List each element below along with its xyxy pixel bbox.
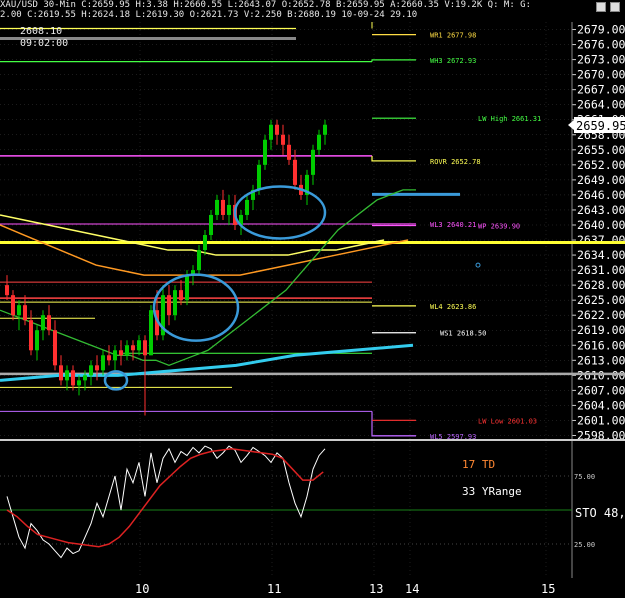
price-tick-label: 2649.00 xyxy=(577,173,625,187)
candle-body xyxy=(149,310,153,356)
candle-body xyxy=(41,315,45,331)
candle-body xyxy=(293,159,297,185)
price-tick-label: 2667.00 xyxy=(577,83,625,97)
pivot-label: WS1 2618.50 xyxy=(440,330,486,338)
price-tick-label: 2631.00 xyxy=(577,263,625,277)
candle-body xyxy=(323,124,327,135)
candle-body xyxy=(95,365,99,371)
price-tick-label: 2607.00 xyxy=(577,383,625,397)
candle-body xyxy=(311,149,315,175)
price-tick-label: 2628.00 xyxy=(577,278,625,292)
price-tick-label: 2625.00 xyxy=(577,293,625,307)
candle-body xyxy=(113,350,117,361)
price-tick-label: 2601.00 xyxy=(577,413,625,427)
candle-body xyxy=(17,305,21,316)
candle-body xyxy=(5,285,9,296)
header-quote-line: XAU/USD 30-Min C:2659.95 H:3.38 H:2660.5… xyxy=(0,0,532,10)
candle-body xyxy=(89,365,93,376)
price-tick-label: 2643.00 xyxy=(577,203,625,217)
pivot-label: LW Low 2601.03 xyxy=(478,417,537,425)
pivot-label: WL3 2640.21 xyxy=(430,221,476,229)
candle-body xyxy=(107,355,111,361)
candle-body xyxy=(101,355,105,371)
overlay-level-a: 2608.10 xyxy=(20,26,62,37)
candle-body xyxy=(263,139,267,165)
price-tick-label: 2634.00 xyxy=(577,248,625,262)
pivot-label: WH3 2672.93 xyxy=(430,57,476,65)
price-tick-label: 2622.00 xyxy=(577,308,625,322)
price-tick-label: 2604.00 xyxy=(577,398,625,412)
stoch-td-label: 17 TD xyxy=(462,458,495,471)
date-tick-label: 13 xyxy=(369,582,383,596)
candle-body xyxy=(245,199,249,215)
candle-body xyxy=(131,345,135,351)
price-tick-label: 2613.00 xyxy=(577,353,625,367)
candle-body xyxy=(77,380,81,386)
price-tick-label: 2610.00 xyxy=(577,368,625,382)
candle-body xyxy=(143,340,147,356)
candle-body xyxy=(197,250,201,271)
candle-body xyxy=(11,295,15,316)
candle-body xyxy=(29,320,33,351)
date-tick-label: 15 xyxy=(541,582,555,596)
candle-body xyxy=(281,134,285,145)
price-tick-label: 2646.00 xyxy=(577,188,625,202)
pivot-label: WP 2639.90 xyxy=(478,222,520,230)
candle-body xyxy=(137,340,141,351)
candle-body xyxy=(47,315,51,331)
candle-body xyxy=(287,144,291,160)
candle-body xyxy=(53,330,57,366)
price-tick-label: 2655.00 xyxy=(577,143,625,157)
stoch-yrange-label: 33 YRange xyxy=(462,485,522,498)
price-tick-label: 2664.00 xyxy=(577,98,625,112)
pivot-label: ROVR 2652.78 xyxy=(430,158,481,166)
close-icon[interactable] xyxy=(610,2,620,12)
date-tick-label: 11 xyxy=(267,582,281,596)
candle-body xyxy=(275,124,279,135)
price-tick-label: 2640.00 xyxy=(577,218,625,232)
candle-body xyxy=(59,365,63,381)
price-tick-label: 2652.00 xyxy=(577,158,625,172)
header-ohlc-line: 2.00 C:2619.55 H:2624.18 L:2619.30 O:262… xyxy=(0,10,418,19)
date-tick-label: 10 xyxy=(135,582,149,596)
osc-tick-label: 75.00 xyxy=(574,473,595,481)
price-tick-label: 2676.00 xyxy=(577,38,625,52)
pivot-label: WL4 2623.86 xyxy=(430,303,476,311)
candle-body xyxy=(227,204,231,215)
price-tick-label: 2670.00 xyxy=(577,68,625,82)
candle-body xyxy=(221,199,225,215)
overlay-level-b: 09:02:00 xyxy=(20,38,68,49)
last-price-label: 2659.95 xyxy=(576,119,625,133)
candle-body xyxy=(269,124,273,140)
candle-body xyxy=(167,295,171,316)
candle-body xyxy=(23,305,27,321)
price-tick-label: 2619.00 xyxy=(577,323,625,337)
candle-body xyxy=(83,375,87,381)
pivot-label: WR1 2677.98 xyxy=(430,32,476,40)
candle-body xyxy=(65,370,69,381)
candle-body xyxy=(215,199,219,215)
candle-body xyxy=(35,330,39,351)
candle-body xyxy=(203,235,207,251)
stoch-value-label: STO 48, xyxy=(575,506,625,520)
date-tick-label: 14 xyxy=(405,582,419,596)
candle-body xyxy=(173,290,177,316)
candle-body xyxy=(185,275,189,301)
candle-body xyxy=(179,290,183,301)
candle-body xyxy=(125,345,129,356)
chart-header: XAU/USD 30-Min C:2659.95 H:3.38 H:2660.5… xyxy=(0,0,625,19)
candle-body xyxy=(209,214,213,236)
price-tick-label: 2616.00 xyxy=(577,338,625,352)
price-tick-label: 2637.00 xyxy=(577,233,625,247)
candle-body xyxy=(71,370,75,386)
osc-tick-label: 25.00 xyxy=(574,541,595,549)
candle-body xyxy=(119,350,123,356)
minimize-icon[interactable] xyxy=(596,2,606,12)
chart-canvas: 2679.002676.002673.002670.002667.002664.… xyxy=(0,0,625,598)
pivot-label: LW High 2661.31 xyxy=(478,115,541,123)
candle-body xyxy=(317,134,321,150)
price-tick-label: 2673.00 xyxy=(577,53,625,67)
price-tick-label: 2679.00 xyxy=(577,23,625,37)
candle-body xyxy=(257,164,261,190)
